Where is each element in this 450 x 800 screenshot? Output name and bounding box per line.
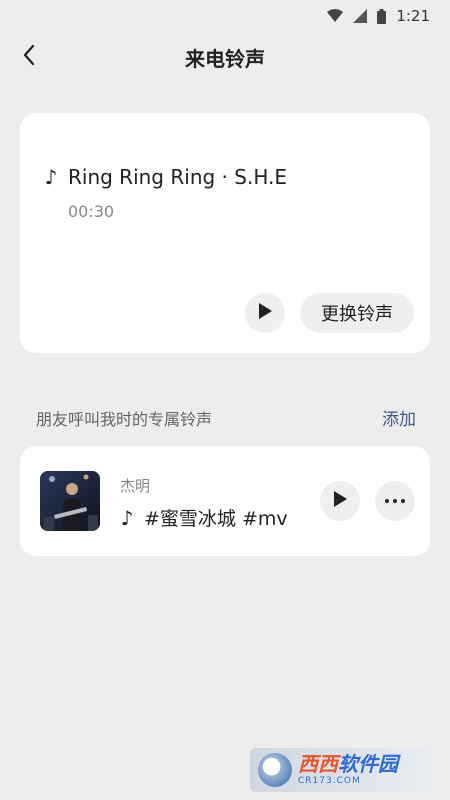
back-button[interactable] bbox=[14, 42, 44, 72]
play-current-button[interactable] bbox=[245, 293, 285, 333]
contact-name: 杰明 bbox=[120, 477, 151, 495]
contact-song-title: #蜜雪冰城 #mv bbox=[144, 508, 288, 530]
watermark-sub: CR173.COM bbox=[298, 776, 361, 786]
change-ringtone-button[interactable]: 更换铃声 bbox=[300, 293, 414, 333]
watermark-main-b: 软件园 bbox=[338, 752, 398, 776]
signal-icon bbox=[353, 9, 368, 23]
contact-ringtone-card[interactable]: 杰明 ♪ #蜜雪冰城 #mv bbox=[20, 446, 430, 556]
current-ringtone-card: ♪ Ring Ring Ring · S.H.E 00:30 更换铃声 bbox=[20, 113, 430, 353]
chevron-left-icon bbox=[22, 44, 36, 70]
album-art-image bbox=[40, 471, 100, 531]
status-time: 1:21 bbox=[396, 7, 430, 25]
watermark-logo: 西西软件园 CR173.COM bbox=[250, 748, 430, 792]
page-title: 来电铃声 bbox=[185, 46, 265, 71]
current-song-row: ♪ Ring Ring Ring · S.H.E bbox=[44, 165, 287, 189]
current-song-duration: 00:30 bbox=[68, 202, 115, 221]
more-dots-icon bbox=[385, 499, 405, 503]
add-button[interactable]: 添加 bbox=[382, 405, 416, 430]
play-icon bbox=[258, 303, 272, 323]
watermark-emblem-icon bbox=[258, 753, 292, 787]
music-note-icon: ♪ bbox=[120, 505, 134, 530]
music-note-icon: ♪ bbox=[44, 165, 58, 189]
play-contact-button[interactable] bbox=[320, 481, 360, 521]
section-header: 朋友呼叫我时的专属铃声 添加 bbox=[36, 405, 416, 431]
more-options-button[interactable] bbox=[375, 481, 415, 521]
section-title: 朋友呼叫我时的专属铃声 bbox=[36, 409, 213, 429]
play-icon bbox=[333, 491, 347, 511]
contact-song-row: ♪ #蜜雪冰城 #mv bbox=[120, 504, 288, 531]
current-song-title: Ring Ring Ring · S.H.E bbox=[68, 165, 287, 189]
top-bar: 来电铃声 bbox=[0, 32, 450, 82]
watermark-main-a: 西西 bbox=[298, 752, 338, 776]
battery-icon bbox=[377, 8, 387, 24]
wifi-icon bbox=[327, 9, 344, 23]
status-bar: 1:21 bbox=[0, 0, 450, 32]
